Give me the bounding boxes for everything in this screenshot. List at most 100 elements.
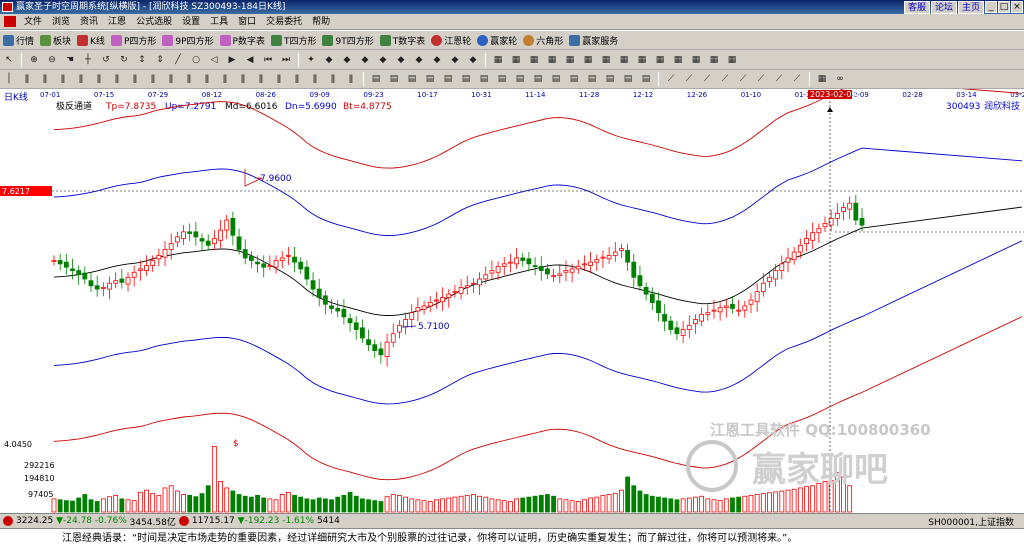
period-icon[interactable]: ǁ <box>19 72 35 87</box>
table-icon[interactable]: ▤ <box>584 72 600 87</box>
kline-chart[interactable]: 日K线 极反通道 Tp=7.8735 Up=7.2791 Md=6.6016 D… <box>0 80 1024 513</box>
menu-trade[interactable]: 交易委托 <box>261 14 307 30</box>
table-icon[interactable]: ▤ <box>386 72 402 87</box>
p-number-table-button[interactable]: P数字表 <box>217 32 268 49</box>
table-icon[interactable]: ▤ <box>422 72 438 87</box>
grid-icon[interactable]: ▦ <box>526 52 542 67</box>
chart-area[interactable]: 日K线 极反通道 Tp=7.8735 Up=7.2791 Md=6.6016 D… <box>0 80 1024 513</box>
cycle-icon[interactable]: ⟋ <box>753 72 769 87</box>
period-icon[interactable]: ǁ <box>271 72 287 87</box>
minimize-button[interactable]: _ <box>985 1 997 13</box>
period-icon[interactable]: ǁ <box>325 72 341 87</box>
period-icon[interactable]: ǁ <box>289 72 305 87</box>
cursor-icon[interactable]: ↕ <box>134 52 150 67</box>
grid-icon[interactable]: ▦ <box>544 52 560 67</box>
zoom-icon[interactable]: ⊕ <box>26 52 42 67</box>
line-tool-icon[interactable]: │ <box>1 72 17 87</box>
crosshair-icon[interactable]: ┼ <box>80 52 96 67</box>
cycle-icon[interactable]: ⟋ <box>699 72 715 87</box>
grid-icon[interactable]: ▦ <box>490 52 506 67</box>
period-icon[interactable]: ǁ <box>109 72 125 87</box>
table-icon[interactable]: ▤ <box>404 72 420 87</box>
table-icon[interactable]: ▤ <box>476 72 492 87</box>
menu-tools[interactable]: 工具 <box>205 14 233 30</box>
scale-icon[interactable]: ⇕ <box>152 52 168 67</box>
period-icon[interactable]: ǁ <box>253 72 269 87</box>
table-icon[interactable]: ▤ <box>620 72 636 87</box>
menu-formula[interactable]: 公式选股 <box>131 14 177 30</box>
forum-link[interactable]: 论坛 <box>930 1 957 14</box>
diamond-icon[interactable]: ◆ <box>429 52 445 67</box>
homepage-link[interactable]: 主页 <box>957 1 984 14</box>
period-icon[interactable]: ǁ <box>307 72 323 87</box>
menu-help[interactable]: 帮助 <box>307 14 335 30</box>
close-button[interactable]: × <box>1011 1 1023 13</box>
hand-icon[interactable]: ☚ <box>62 52 78 67</box>
period-icon[interactable]: ǁ <box>181 72 197 87</box>
grid-icon[interactable]: ▦ <box>634 52 650 67</box>
sectors-button[interactable]: 板块 <box>37 32 74 49</box>
t-square-button[interactable]: T四方形 <box>268 32 320 49</box>
grid-icon[interactable]: ▦ <box>562 52 578 67</box>
menu-settings[interactable]: 设置 <box>177 14 205 30</box>
period-icon[interactable]: ǁ <box>91 72 107 87</box>
cycle-icon[interactable]: ⟋ <box>681 72 697 87</box>
prev-icon[interactable]: ◀ <box>242 52 258 67</box>
diamond-icon[interactable]: ◆ <box>411 52 427 67</box>
diamond-icon[interactable]: ◆ <box>339 52 355 67</box>
grid-icon[interactable]: ▦ <box>724 52 740 67</box>
t-number-table-button[interactable]: T数字表 <box>377 32 429 49</box>
grid-icon[interactable]: ▦ <box>616 52 632 67</box>
gann-wheel-button[interactable]: 江恩轮 <box>428 32 474 49</box>
period-icon[interactable]: ǁ <box>37 72 53 87</box>
winner-wheel-button[interactable]: 赢家轮 <box>474 32 520 49</box>
cycle-icon[interactable]: ⟋ <box>789 72 805 87</box>
line-icon[interactable]: ╱ <box>170 52 186 67</box>
period-icon[interactable]: ǁ <box>145 72 161 87</box>
arrow-icon[interactable]: ↖ <box>1 52 17 67</box>
table-icon[interactable]: ▤ <box>494 72 510 87</box>
period-icon[interactable]: ǁ <box>217 72 233 87</box>
grid-icon[interactable]: ▦ <box>580 52 596 67</box>
table-icon[interactable]: ▤ <box>548 72 564 87</box>
9t-square-button[interactable]: 9T四方形 <box>319 32 376 49</box>
winner-service-button[interactable]: 赢家服务 <box>566 32 621 49</box>
zoom-out-icon[interactable]: ⊖ <box>44 52 60 67</box>
status-right[interactable]: SH000001,上证指数 <box>928 515 1014 528</box>
table-icon[interactable]: ▤ <box>602 72 618 87</box>
table-icon[interactable]: ▤ <box>458 72 474 87</box>
play-icon[interactable]: ▶ <box>224 52 240 67</box>
cycle-icon[interactable]: ⟋ <box>717 72 733 87</box>
cycle-icon[interactable]: ⟋ <box>771 72 787 87</box>
redo-icon[interactable]: ↻ <box>116 52 132 67</box>
grid-icon[interactable]: ▦ <box>670 52 686 67</box>
cycle-icon[interactable]: ⟋ <box>735 72 751 87</box>
cycle-icon[interactable]: ⟋ <box>663 72 679 87</box>
menu-gann[interactable]: 江恩 <box>103 14 131 30</box>
diamond-icon[interactable]: ◆ <box>357 52 373 67</box>
period-icon[interactable]: ǁ <box>127 72 143 87</box>
maximize-button[interactable]: □ <box>998 1 1010 13</box>
last-icon[interactable]: ⏭ <box>278 52 294 67</box>
calendar-icon[interactable]: ▦ <box>814 72 830 87</box>
grid-icon[interactable]: ▦ <box>598 52 614 67</box>
hexagon-button[interactable]: 六角形 <box>520 32 566 49</box>
period-icon[interactable]: ǁ <box>235 72 251 87</box>
table-icon[interactable]: ▤ <box>566 72 582 87</box>
table-icon[interactable]: ▤ <box>512 72 528 87</box>
diamond-icon[interactable]: ◆ <box>375 52 391 67</box>
table-icon[interactable]: ▤ <box>440 72 456 87</box>
table-icon[interactable]: ▤ <box>638 72 654 87</box>
diamond-icon[interactable]: ◆ <box>447 52 463 67</box>
star-icon[interactable]: ✦ <box>303 52 319 67</box>
table-icon[interactable]: ▤ <box>368 72 384 87</box>
fan-icon[interactable]: ◁ <box>206 52 222 67</box>
diamond-icon[interactable]: ◆ <box>321 52 337 67</box>
grid-icon[interactable]: ▦ <box>688 52 704 67</box>
period-icon[interactable]: ǁ <box>163 72 179 87</box>
quotes-button[interactable]: 行情 <box>0 32 37 49</box>
period-icon[interactable]: ǁ <box>55 72 71 87</box>
period-icon[interactable]: ǁ <box>199 72 215 87</box>
grid-icon[interactable]: ▦ <box>508 52 524 67</box>
9p-square-button[interactable]: 9P四方形 <box>159 32 216 49</box>
